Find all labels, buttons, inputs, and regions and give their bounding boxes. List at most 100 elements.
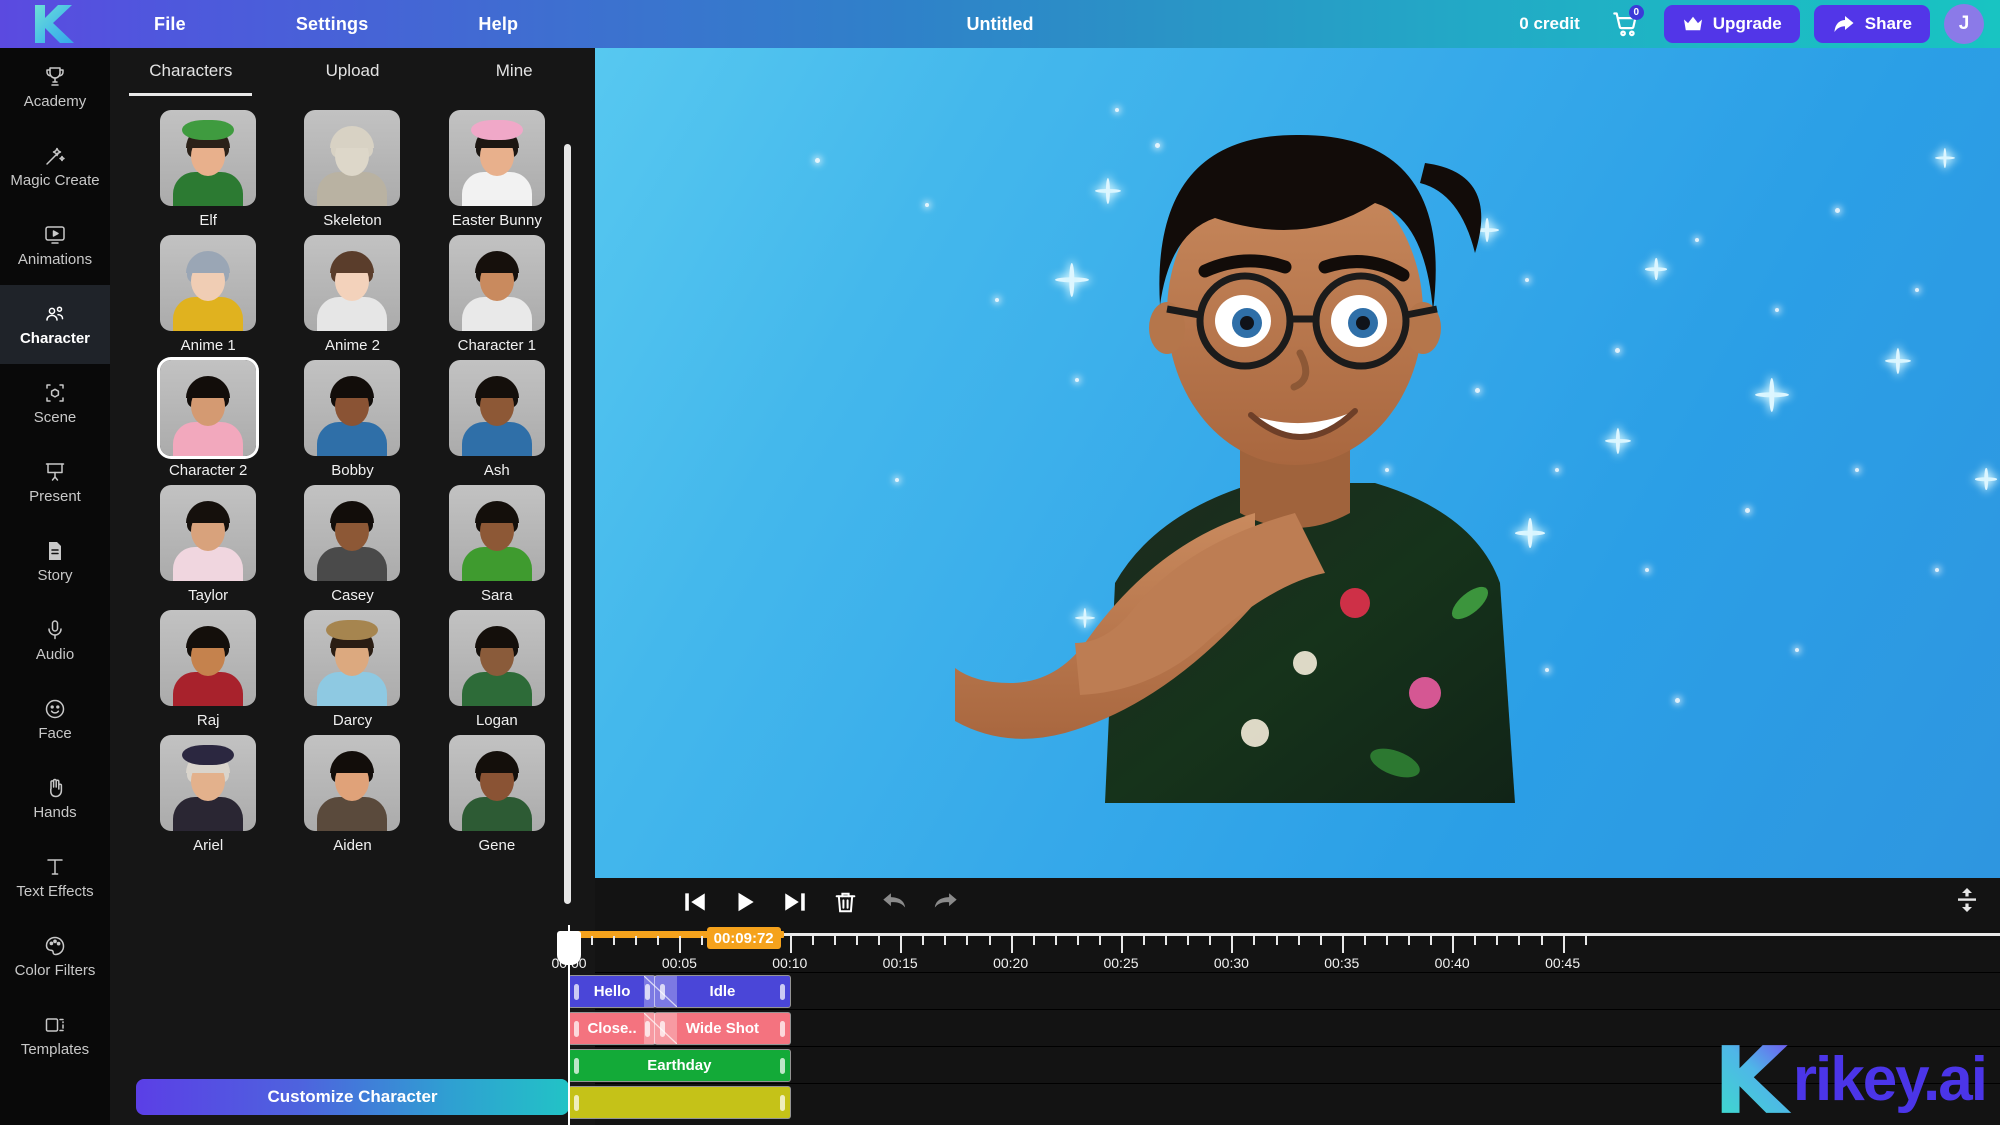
character-card-ariel[interactable]: Ariel — [136, 735, 280, 854]
sidebar-item-present[interactable]: Present — [0, 443, 110, 522]
timeline-clip[interactable]: Earthday — [569, 1050, 790, 1081]
character-card-label: Anime 2 — [324, 337, 380, 354]
sidebar-item-label: Magic Create — [10, 171, 100, 189]
sidebar-item-templates[interactable]: Templates — [0, 996, 110, 1075]
character-card-logan[interactable]: Logan — [425, 610, 569, 729]
timeline-resize-handle[interactable] — [1952, 883, 1982, 917]
character-card-ash[interactable]: Ash — [425, 360, 569, 479]
clip-handle-left[interactable] — [574, 983, 579, 1000]
scene-viewport[interactable] — [595, 48, 2000, 878]
ruler-tick-label: 00:45 — [1545, 955, 1581, 971]
timeline-clip[interactable]: Close.. — [569, 1013, 656, 1044]
sidebar-item-audio[interactable]: Audio — [0, 601, 110, 680]
customize-character-button[interactable]: Customize Character — [136, 1079, 569, 1115]
character-grid: Elf Skeleton Easter Bunny Anime 1 Anime 2 Cha… — [110, 100, 595, 854]
character-card-sara[interactable]: Sara — [425, 485, 569, 604]
character-card-gene[interactable]: Gene — [425, 735, 569, 854]
tab-mine[interactable]: Mine — [433, 54, 595, 96]
character-card-taylor[interactable]: Taylor — [136, 485, 280, 604]
tab-upload[interactable]: Upload — [272, 54, 434, 96]
sidebar-item-color-filters[interactable]: Color Filters — [0, 917, 110, 996]
ruler-tick-label: 00:40 — [1434, 955, 1470, 971]
clip-crossfade[interactable] — [644, 1013, 678, 1044]
timeline-clip[interactable]: Hello — [569, 976, 656, 1007]
character-card-character-2[interactable]: Character 2 — [136, 360, 280, 479]
text-t-icon — [43, 856, 67, 878]
clip-handle-left[interactable] — [574, 1020, 579, 1037]
sidebar-item-text-effects[interactable]: Text Effects — [0, 838, 110, 917]
sidebar-item-face[interactable]: Face — [0, 680, 110, 759]
character-card-darcy[interactable]: Darcy — [280, 610, 424, 729]
redo-button[interactable] — [923, 884, 967, 920]
character-card-anime-2[interactable]: Anime 2 — [280, 235, 424, 354]
sidebar-item-hands[interactable]: Hands — [0, 759, 110, 838]
cart-button[interactable]: 0 — [1606, 4, 1646, 44]
ruler-tick-minor — [1408, 936, 1411, 945]
sidebar-item-animations[interactable]: Animations — [0, 206, 110, 285]
sparkle-dot — [1645, 568, 1649, 572]
avatar-character-render[interactable] — [955, 48, 1635, 803]
document-title[interactable]: Untitled — [0, 14, 2000, 35]
play-button[interactable] — [723, 884, 767, 920]
clip-handle-left[interactable] — [574, 1094, 579, 1111]
ruler-tick-minor — [701, 936, 704, 945]
clip-handle-right[interactable] — [779, 983, 785, 1000]
sidebar-item-story[interactable]: Story — [0, 522, 110, 601]
character-card-elf[interactable]: Elf — [136, 110, 280, 229]
jump-to-end-button[interactable] — [773, 884, 817, 920]
current-time-badge: 00:09:72 — [706, 927, 781, 949]
character-thumbnail — [304, 235, 401, 331]
clip-handle-right[interactable] — [779, 1057, 785, 1074]
character-card-raj[interactable]: Raj — [136, 610, 280, 729]
playhead-knob[interactable] — [557, 931, 581, 965]
character-card-label: Casey — [331, 587, 374, 604]
character-card-label: Ash — [483, 462, 510, 479]
animation-track: Hello Idle — [569, 972, 2000, 1009]
sidebar-item-label: Hands — [33, 803, 77, 821]
ruler-tick-minor — [1496, 936, 1499, 945]
character-panel-scrollbar[interactable] — [564, 144, 571, 904]
character-card-label: Ariel — [193, 837, 224, 854]
jump-to-start-button[interactable] — [673, 884, 717, 920]
ruler-tick-label: 00:10 — [772, 955, 808, 971]
ruler-tick-minor — [878, 936, 881, 945]
ruler-tick-major — [1341, 936, 1344, 953]
ruler-tick-minor — [1187, 936, 1190, 945]
undo-button[interactable] — [873, 884, 917, 920]
sidebar-item-magic-create[interactable]: Magic Create — [0, 127, 110, 206]
ruler-tick-label: 00:05 — [661, 955, 697, 971]
character-card-character-1[interactable]: Character 1 — [425, 235, 569, 354]
clip-handle-left[interactable] — [574, 1057, 579, 1074]
character-card-label: Character 1 — [457, 337, 536, 354]
clip-handle-right[interactable] — [779, 1020, 785, 1037]
character-card-bobby[interactable]: Bobby — [280, 360, 424, 479]
clip-crossfade[interactable] — [644, 976, 678, 1007]
character-card-easter-bunny[interactable]: Easter Bunny — [425, 110, 569, 229]
character-card-skeleton[interactable]: Skeleton — [280, 110, 424, 229]
clip-handle-right[interactable] — [779, 1094, 785, 1111]
ruler-tick-label: 00:30 — [1213, 955, 1249, 971]
sidebar-item-character[interactable]: Character — [0, 285, 110, 364]
character-card-casey[interactable]: Casey — [280, 485, 424, 604]
sparkle-dot — [895, 478, 899, 482]
character-card-aiden[interactable]: Aiden — [280, 735, 424, 854]
timeline-ruler[interactable]: 00:09:72 00:0000:0500:1000:1500:2000:250… — [551, 925, 2000, 972]
timeline-clip[interactable] — [569, 1087, 790, 1118]
sidebar-item-scene[interactable]: Scene — [0, 364, 110, 443]
undo-arrow-icon — [883, 893, 906, 908]
ruler-tick-minor — [635, 936, 638, 945]
character-grid-scroll-area[interactable]: Elf Skeleton Easter Bunny Anime 1 Anime 2 Cha… — [110, 100, 595, 1065]
sidebar-item-label: Animations — [17, 250, 93, 268]
sidebar-item-academy[interactable]: Academy — [0, 48, 110, 127]
templates-icon — [43, 1014, 67, 1036]
tab-characters[interactable]: Characters — [110, 54, 272, 96]
cube-frame-icon — [43, 382, 67, 404]
ruler-tick-minor — [1474, 936, 1477, 945]
timeline-controls — [595, 878, 2000, 925]
delete-button[interactable] — [823, 884, 867, 920]
character-thumbnail — [448, 610, 545, 706]
trash-icon — [835, 892, 855, 912]
skip-back-icon — [685, 893, 705, 911]
character-card-anime-1[interactable]: Anime 1 — [136, 235, 280, 354]
playhead[interactable] — [557, 925, 581, 1125]
